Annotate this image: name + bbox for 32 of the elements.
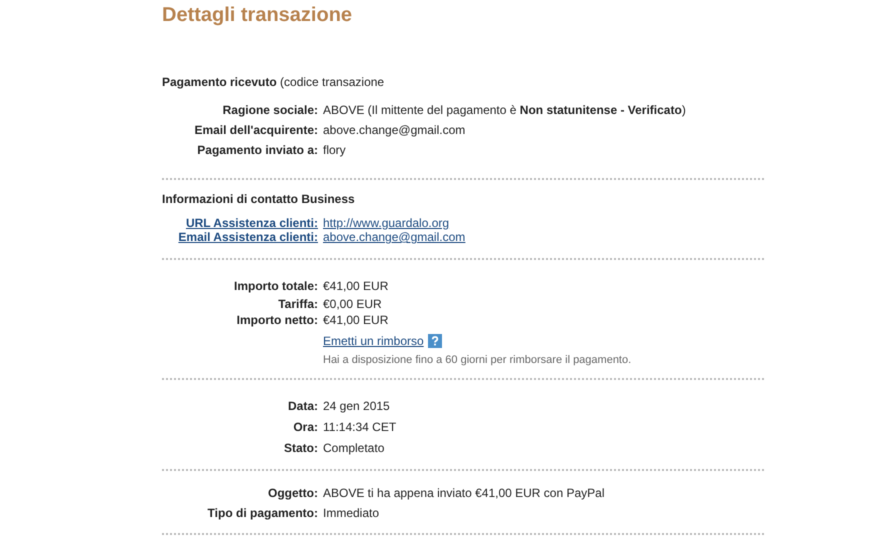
field-label: Ragione sociale: <box>222 103 318 117</box>
field-label: Importo netto: <box>236 313 318 327</box>
field-label: Email Assistenza clienti: <box>178 230 318 244</box>
field-label: Data: <box>288 399 318 413</box>
section-header: Pagamento ricevuto (codice transazione <box>162 74 386 91</box>
help-icon[interactable] <box>428 334 442 348</box>
field-label: Tipo di pagamento: <box>208 506 318 520</box>
field-label: Pagamento inviato a: <box>197 143 318 157</box>
field-value: 24 gen 2015 <box>323 398 390 415</box>
section-header: Informazioni di contatto Business <box>162 191 356 208</box>
field-label: URL Assistenza clienti: <box>186 216 318 230</box>
note-text: Hai a disposizione fino a 60 giorni per rimborsare il pagamento. <box>323 353 632 368</box>
field-value: €0,00 EUR <box>323 296 382 312</box>
link[interactable]: http://www.guardalo.org <box>323 216 450 230</box>
field-value: Immediato <box>323 505 380 522</box>
field-label: Stato: <box>284 441 318 455</box>
field-value: €41,00 EUR <box>323 278 388 295</box>
link[interactable]: above.change@gmail.com <box>323 230 466 244</box>
field-label: Oggetto: <box>268 486 318 500</box>
field-value: 11:14:34 CET <box>323 419 396 436</box>
field-label: Ora: <box>293 420 318 434</box>
field-value: Completato <box>323 440 384 457</box>
field-label: Email dell'acquirente: <box>194 123 318 137</box>
field-value: above.change@gmail.com <box>323 122 466 139</box>
field-value: ABOVE (Il mittente del pagamento è Non statunitense - Verificato) <box>323 102 686 119</box>
field-value: €41,00 EUR <box>323 312 388 328</box>
page-title: Dettagli transazione <box>162 3 354 27</box>
field-value: flory <box>323 142 346 159</box>
field-value: ABOVE ti ha appena inviato €41,00 EUR con PayPal <box>323 485 605 502</box>
field-label: Importo totale: <box>234 279 318 293</box>
refund-link[interactable]: Emetti un rimborso <box>323 330 424 352</box>
field-label: Tariffa: <box>278 297 318 311</box>
